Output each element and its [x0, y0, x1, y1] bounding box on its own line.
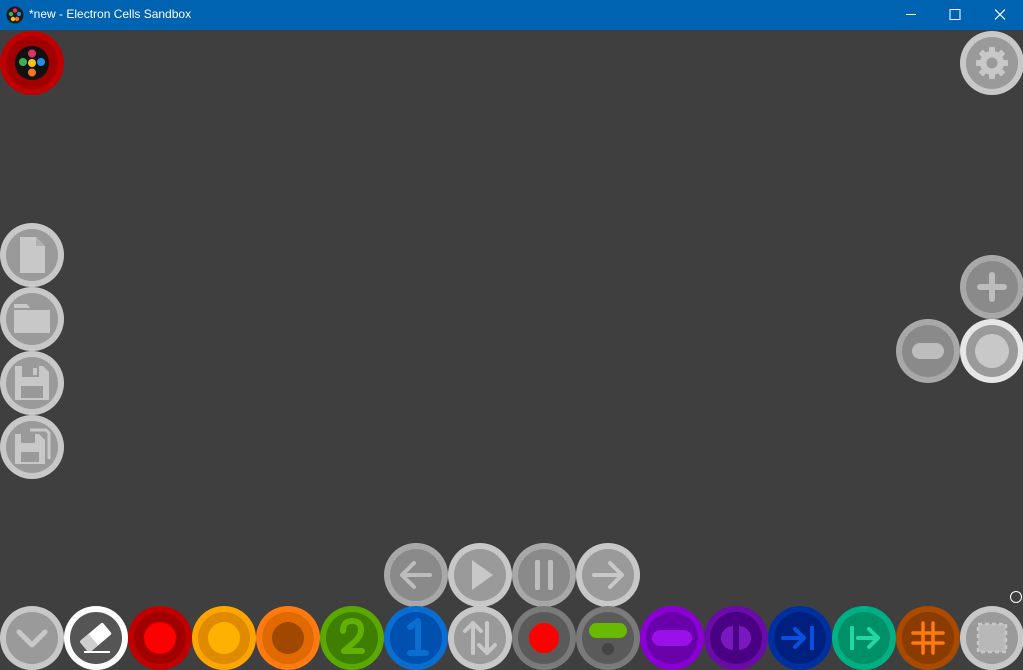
purple-split-icon: [704, 606, 768, 670]
green-switch-icon: [576, 606, 640, 670]
save-icon: [0, 351, 64, 415]
gear-icon: [960, 31, 1023, 95]
collapse-palette-button[interactable]: [0, 606, 64, 670]
electron-cells-icon: [6, 6, 24, 24]
window-title: *new - Electron Cells Sandbox: [29, 7, 192, 21]
red-cell-tool[interactable]: [128, 606, 192, 670]
pause-button[interactable]: [512, 543, 576, 607]
palette-menu-icon: [0, 31, 64, 95]
pause-icon: [512, 543, 576, 607]
step-forward-button[interactable]: [576, 543, 640, 607]
selection-icon: [960, 606, 1023, 670]
red-record-icon: [512, 606, 576, 670]
teal-arrow-in-icon: [832, 606, 896, 670]
maximize-icon: [949, 9, 961, 20]
open-file-button[interactable]: [0, 287, 64, 351]
new-file-icon: [0, 223, 64, 287]
save-as-icon: [0, 415, 64, 479]
blue-arrow-stop-icon: [768, 606, 832, 670]
zoom-reset-button[interactable]: [960, 319, 1023, 383]
cursor-indicator: [1010, 591, 1022, 603]
yellow-cell-icon: [192, 606, 256, 670]
eraser-tool[interactable]: [64, 606, 128, 670]
orange-cell-tool[interactable]: [256, 606, 320, 670]
purple-split-tool[interactable]: [704, 606, 768, 670]
orange-hash-tool[interactable]: [896, 606, 960, 670]
orange-hash-icon: [896, 606, 960, 670]
green-switch-tool[interactable]: [576, 606, 640, 670]
zoom-in-icon: [960, 255, 1023, 319]
zoom-out-button[interactable]: [896, 319, 960, 383]
blue-one-cell-tool[interactable]: [384, 606, 448, 670]
zoom-out-icon: [896, 319, 960, 383]
collapse-chevron-icon: [0, 606, 64, 670]
step-back-icon: [384, 543, 448, 607]
purple-bar-tool[interactable]: [640, 606, 704, 670]
new-file-button[interactable]: [0, 223, 64, 287]
blue-one-cell-icon: [384, 606, 448, 670]
yellow-cell-tool[interactable]: [192, 606, 256, 670]
green-two-cell-tool[interactable]: [320, 606, 384, 670]
maximize-button[interactable]: [932, 0, 978, 30]
orange-cell-icon: [256, 606, 320, 670]
selection-tool[interactable]: [960, 606, 1023, 670]
teal-arrow-in-tool[interactable]: [832, 606, 896, 670]
close-icon: [994, 9, 1006, 20]
zoom-reset-icon: [960, 319, 1023, 383]
minimize-icon: [906, 14, 916, 15]
play-button[interactable]: [448, 543, 512, 607]
close-button[interactable]: [977, 0, 1023, 30]
swap-tool[interactable]: [448, 606, 512, 670]
red-record-tool[interactable]: [512, 606, 576, 670]
zoom-in-button[interactable]: [960, 255, 1023, 319]
eraser-icon: [64, 606, 128, 670]
main-menu-button[interactable]: [0, 31, 64, 95]
step-back-button[interactable]: [384, 543, 448, 607]
red-cell-icon: [128, 606, 192, 670]
save-as-button[interactable]: [0, 415, 64, 479]
green-two-cell-icon: [320, 606, 384, 670]
step-forward-icon: [576, 543, 640, 607]
swap-arrows-icon: [448, 606, 512, 670]
blue-arrow-stop-tool[interactable]: [768, 606, 832, 670]
minimize-button[interactable]: [888, 0, 934, 30]
play-icon: [448, 543, 512, 607]
settings-button[interactable]: [960, 31, 1023, 95]
title-bar: *new - Electron Cells Sandbox: [0, 0, 1023, 30]
purple-bar-icon: [640, 606, 704, 670]
save-button[interactable]: [0, 351, 64, 415]
open-folder-icon: [0, 287, 64, 351]
